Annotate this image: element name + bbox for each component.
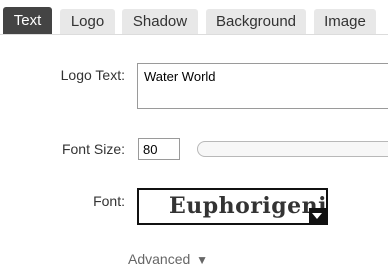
tab-bar: Text Logo Shadow Background Image [0, 0, 388, 35]
tab-image[interactable]: Image [314, 9, 376, 35]
tab-shadow[interactable]: Shadow [122, 9, 198, 35]
logo-text-label: Logo Text: [60, 67, 125, 83]
advanced-toggle[interactable]: Advanced ▼ [128, 251, 208, 267]
font-label: Font: [93, 193, 125, 209]
font-preview-text: Euphorigenic [169, 193, 328, 219]
tab-text[interactable]: Text [3, 7, 52, 35]
font-dropdown-button[interactable] [309, 208, 326, 223]
caret-down-icon: ▼ [196, 253, 209, 267]
chevron-down-icon [312, 213, 322, 219]
advanced-label: Advanced [128, 251, 191, 267]
tab-background[interactable]: Background [206, 9, 306, 35]
font-size-input[interactable] [138, 138, 180, 160]
logo-text-input[interactable] [137, 63, 388, 109]
tab-logo[interactable]: Logo [60, 9, 115, 35]
tab-bar-divider [0, 34, 388, 35]
font-size-label: Font Size: [61, 141, 125, 157]
font-select[interactable]: Euphorigenic [137, 188, 328, 225]
font-size-slider[interactable] [197, 141, 388, 157]
